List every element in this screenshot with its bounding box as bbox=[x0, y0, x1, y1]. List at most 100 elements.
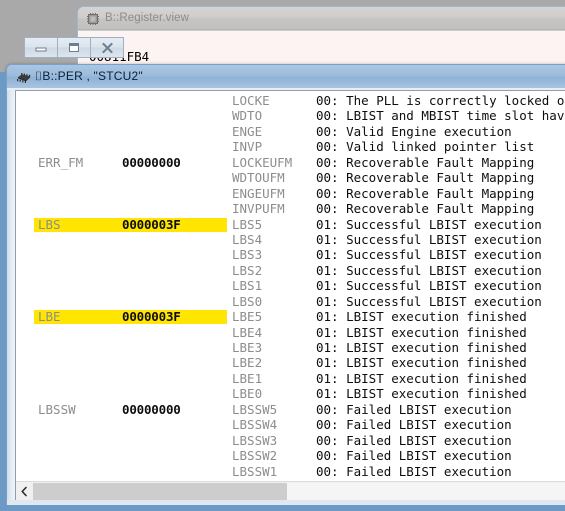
bitfield-description: 00: LBIST and MBIST time slot hav bbox=[316, 108, 565, 124]
register-row: 40001BF8 R9 0 R17 0 R25 bbox=[78, 48, 565, 86]
per-register-row[interactable]: LBE2 01: LBIST execution finished bbox=[16, 355, 565, 370]
bitfield-description: 00: The PLL is correctly locked o bbox=[316, 93, 565, 108]
bitfield-description: 01: LBIST execution finished bbox=[316, 386, 527, 402]
per-window-left-frame bbox=[7, 90, 15, 506]
bitfield-description: 01: LBIST execution finished bbox=[316, 340, 527, 355]
bitfield-name: WDTOUFM bbox=[232, 170, 285, 186]
horizontal-scrollbar[interactable] bbox=[16, 481, 565, 500]
register-name: LBS bbox=[38, 216, 61, 232]
bitfield-name: LBS2 bbox=[232, 262, 263, 278]
bitfield-name: INVP bbox=[232, 139, 263, 155]
bitfield-description: 00: Valid Engine execution bbox=[316, 123, 512, 139]
minimize-icon bbox=[35, 47, 47, 51]
per-register-row[interactable]: LBS 0000003F LBS5 01: Successful LBIST exec… bbox=[16, 217, 565, 232]
desktop-backdrop: B::Register.view 00811FB4 R8 0 R16 0 R24… bbox=[0, 0, 565, 511]
per-client-area[interactable]: LOCKE 00: The PLL is correctly locked o WD… bbox=[15, 90, 565, 500]
bitfield-name: INVPUFM bbox=[232, 201, 285, 217]
register-value[interactable]: 00000000 bbox=[122, 402, 181, 417]
per-register-row[interactable]: LBS2 01: Successful LBIST execution bbox=[16, 263, 565, 278]
peripheral-register-list[interactable]: LOCKE 00: The PLL is correctly locked o WD… bbox=[16, 93, 565, 481]
chevron-left-icon bbox=[21, 486, 27, 496]
per-register-row[interactable]: LBSSW3 00: Failed LBIST execution bbox=[16, 433, 565, 448]
per-register-row[interactable]: LBE 0000003F LBE5 01: LBIST execution finis… bbox=[16, 309, 565, 325]
scroll-left-button[interactable] bbox=[16, 482, 33, 500]
register-value[interactable]: 0000003F bbox=[122, 309, 181, 324]
per-register-row[interactable]: ENGE 00: Valid Engine execution bbox=[16, 124, 565, 139]
bitfield-description: 00: Failed LBIST execution bbox=[316, 432, 512, 448]
bitfield-name: LBS3 bbox=[232, 247, 263, 263]
bitfield-description: 00: Failed LBIST execution bbox=[316, 401, 512, 417]
bitfield-description: 00: Failed LBIST execution bbox=[316, 448, 512, 464]
register-view-titlebar[interactable]: B::Register.view bbox=[78, 7, 565, 30]
scrollbar-thumb[interactable] bbox=[33, 482, 287, 500]
per-register-row[interactable]: ENGEUFM 00: Recoverable Fault Mapping bbox=[16, 186, 565, 201]
close-icon bbox=[101, 42, 113, 53]
per-register-row[interactable]: LBSSW 00000000 LBSSW5 00: Failed LBIST exec… bbox=[16, 402, 565, 417]
bitfield-description: 00: Recoverable Fault Mapping bbox=[316, 154, 535, 170]
per-register-row[interactable]: LBS3 01: Successful LBIST execution bbox=[16, 247, 565, 262]
maximize-button[interactable] bbox=[57, 37, 91, 58]
bitfield-name: WDTO bbox=[232, 108, 263, 124]
register-view-title: B::Register.view bbox=[105, 12, 190, 24]
per-register-row[interactable]: LBSSW2 00: Failed LBIST execution bbox=[16, 448, 565, 463]
bitfield-description: 01: Successful LBIST execution bbox=[316, 293, 542, 309]
bitfield-description: 01: LBIST execution finished bbox=[316, 324, 527, 340]
per-register-row[interactable]: LBS1 01: Successful LBIST execution bbox=[16, 278, 565, 293]
close-button[interactable] bbox=[90, 37, 124, 58]
per-register-row[interactable]: LBE4 01: LBIST execution finished bbox=[16, 325, 565, 340]
bitfield-description: 01: Successful LBIST execution bbox=[316, 247, 542, 263]
minimize-button[interactable] bbox=[24, 37, 58, 58]
per-register-row[interactable]: LBSSW4 00: Failed LBIST execution bbox=[16, 417, 565, 432]
bitfield-name: LBE2 bbox=[232, 355, 263, 371]
register-name: ERR_FM bbox=[38, 154, 84, 170]
per-register-row[interactable]: LOCKE 00: The PLL is correctly locked o bbox=[16, 93, 565, 108]
per-register-row[interactable]: LBS4 01: Successful LBIST execution bbox=[16, 232, 565, 247]
bitfield-name: LOCKEUFM bbox=[232, 154, 293, 170]
window-control-buttons[interactable] bbox=[24, 37, 124, 58]
bitfield-name: LBS4 bbox=[232, 231, 263, 247]
register-row: 00811FB4 R8 0 R16 0 R24 bbox=[78, 31, 565, 86]
bitfield-name: LOCKE bbox=[232, 93, 270, 108]
register-value[interactable]: 00000000 bbox=[122, 155, 181, 170]
register-value[interactable]: 0000003F bbox=[122, 217, 181, 232]
per-register-row[interactable]: INVPUFM 00: Recoverable Fault Mapping bbox=[16, 201, 565, 216]
bitfield-name: LBSSW1 bbox=[232, 463, 278, 479]
bitfield-name: LBE0 bbox=[232, 386, 263, 402]
register-name: LBSSW bbox=[38, 401, 76, 417]
bitfield-name: ENGE bbox=[232, 123, 263, 139]
per-register-row[interactable]: LBE0 01: LBIST execution finished bbox=[16, 386, 565, 401]
bitfield-name: LBE4 bbox=[232, 324, 263, 340]
bitfield-name: LBE1 bbox=[232, 370, 263, 386]
bitfield-name: LBE3 bbox=[232, 340, 263, 355]
chip-icon bbox=[16, 71, 31, 83]
bitfield-description: 01: Successful LBIST execution bbox=[316, 216, 542, 232]
per-register-row[interactable]: LBS0 01: Successful LBIST execution bbox=[16, 294, 565, 309]
bitfield-name: LBS0 bbox=[232, 293, 263, 309]
per-register-row[interactable]: LBE3 01: LBIST execution finished bbox=[16, 340, 565, 355]
bitfield-name: LBSSW2 bbox=[232, 448, 278, 464]
bitfield-description: 00: Failed LBIST execution bbox=[316, 417, 512, 433]
per-register-row[interactable]: WDTOUFM 00: Recoverable Fault Mapping bbox=[16, 170, 565, 185]
per-register-row[interactable]: LBE1 01: LBIST execution finished bbox=[16, 371, 565, 386]
per-register-row[interactable]: INVP 00: Valid linked pointer list bbox=[16, 139, 565, 154]
per-window-title: ⌷B::PER , "STCU2" bbox=[35, 69, 143, 83]
bitfield-name: LBE5 bbox=[232, 309, 263, 325]
bitfield-name: LBSSW4 bbox=[232, 417, 278, 433]
register-name: LBE bbox=[38, 309, 61, 325]
per-register-row[interactable]: ERR_FM 00000000 LOCKEUFM 00: Recoverable Fa… bbox=[16, 155, 565, 170]
scrollbar-track[interactable] bbox=[33, 482, 565, 500]
bitfield-description: 00: Recoverable Fault Mapping bbox=[316, 170, 535, 186]
bitfield-name: LBSSW3 bbox=[232, 432, 278, 448]
bitfield-description: 01: LBIST execution finished bbox=[316, 370, 527, 386]
bitfield-description: 01: Successful LBIST execution bbox=[316, 262, 542, 278]
per-window[interactable]: ⌷B::PER , "STCU2" LOCKE 00: The PLL is co… bbox=[6, 64, 565, 507]
window-left-edge bbox=[0, 72, 6, 511]
bitfield-description: 01: Successful LBIST execution bbox=[316, 231, 542, 247]
window-bottom-edge bbox=[0, 505, 565, 511]
bitfield-name: LBS5 bbox=[232, 216, 263, 232]
per-register-row[interactable]: LBSSW1 00: Failed LBIST execution bbox=[16, 464, 565, 479]
maximize-icon bbox=[69, 43, 79, 52]
per-window-titlebar[interactable]: ⌷B::PER , "STCU2" bbox=[7, 65, 565, 88]
per-register-row[interactable]: WDTO 00: LBIST and MBIST time slot hav bbox=[16, 108, 565, 123]
bitfield-name: ENGEUFM bbox=[232, 185, 285, 201]
